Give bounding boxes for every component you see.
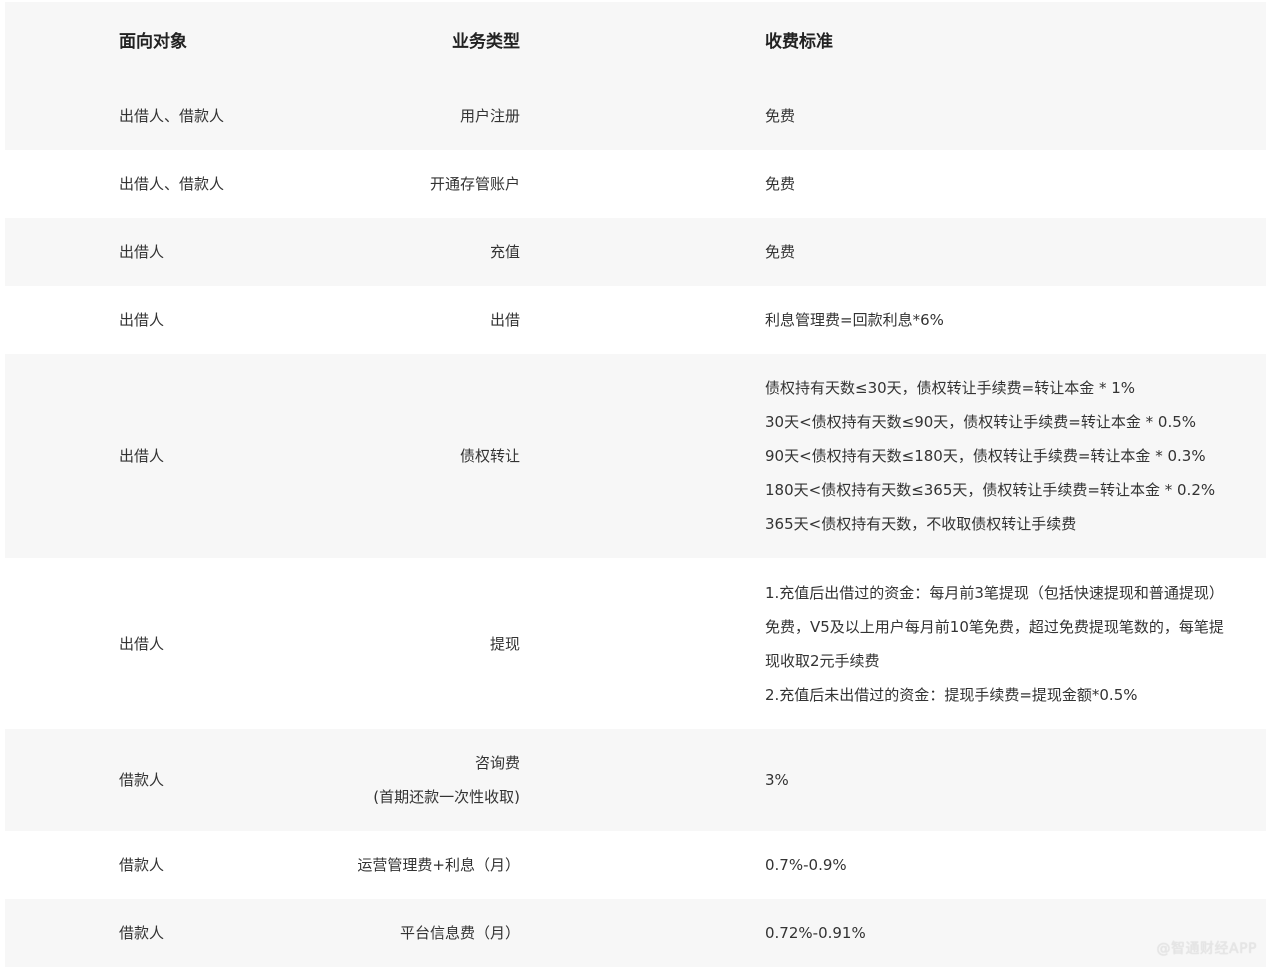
cell-fee: 1.充值后出借过的资金：每月前3笔提现（包括快速提现和普通提现） 免费，V5及以… (520, 558, 1266, 729)
table-row: 出借人 出借 利息管理费=回款利息*6% (5, 286, 1266, 354)
cell-type: 运营管理费+利息（月） (235, 831, 520, 899)
header-type: 业务类型 (235, 2, 520, 82)
cell-fee: 免费 (520, 150, 1266, 218)
cell-target: 出借人 (5, 286, 235, 354)
cell-fee: 3% (520, 729, 1266, 831)
table-row: 出借人 债权转让 债权持有天数≤30天，债权转让手续费=转让本金 * 1% 30… (5, 354, 1266, 558)
type-line: 平台信息费（月） (399, 924, 520, 942)
cell-target: 借款人 (5, 899, 235, 967)
type-line: 运营管理费+利息（月） (357, 856, 520, 874)
fee-line: 30天<债权持有天数≤90天，债权转让手续费=转让本金 * 0.5% (765, 413, 1197, 431)
type-line: 开通存管账户 (429, 175, 520, 193)
table-header: 面向对象 业务类型 收费标准 (5, 2, 1266, 82)
type-line: 出借 (489, 311, 520, 329)
type-line: 债权转让 (459, 447, 520, 465)
cell-type: 开通存管账户 (235, 150, 520, 218)
table-row: 借款人 平台信息费（月） 0.72%-0.91% (5, 899, 1266, 967)
cell-fee: 免费 (520, 218, 1266, 286)
cell-fee: 债权持有天数≤30天，债权转让手续费=转让本金 * 1% 30天<债权持有天数≤… (520, 354, 1266, 558)
fee-line: 免费 (765, 175, 796, 193)
cell-target: 出借人、借款人 (5, 150, 235, 218)
table-body: 出借人、借款人 用户注册 免费 出借人、借款人 开通存管账户 免费 出借人 充值… (5, 82, 1266, 967)
fee-line: 180天<债权持有天数≤365天，债权转让手续费=转让本金 * 0.2% (765, 481, 1216, 499)
fee-line: 2.充值后未出借过的资金：提现手续费=提现金额*0.5% (765, 685, 1138, 704)
cell-type: 平台信息费（月） (235, 899, 520, 967)
cell-target: 借款人 (5, 729, 235, 831)
cell-type: 出借 (235, 286, 520, 354)
cell-target: 出借人、借款人 (5, 82, 235, 150)
header-row: 面向对象 业务类型 收费标准 (5, 2, 1266, 82)
fee-line: 免费 (765, 107, 796, 125)
cell-target: 出借人 (5, 354, 235, 558)
cell-fee: 利息管理费=回款利息*6% (520, 286, 1266, 354)
watermark: @智通财经APP (1156, 941, 1257, 957)
type-line: 提现 (489, 634, 520, 653)
fee-table: 面向对象 业务类型 收费标准 出借人、借款人 用户注册 免费 出借人、借款人 开… (5, 2, 1266, 967)
cell-target: 出借人 (5, 218, 235, 286)
type-line: (首期还款一次性收取) (373, 788, 520, 806)
cell-type: 债权转让 (235, 354, 520, 558)
fee-line: 免费，V5及以上用户每月前10笔免费，超过免费提现笔数的，每笔提 (765, 617, 1224, 636)
fee-line: 免费 (765, 243, 796, 261)
cell-fee: 免费 (520, 82, 1266, 150)
table-row: 借款人 咨询费 (首期还款一次性收取) 3% (5, 729, 1266, 831)
fee-line: 0.7%-0.9% (765, 856, 847, 874)
fee-line: 90天<债权持有天数≤180天，债权转让手续费=转让本金 * 0.3% (765, 447, 1206, 465)
table-row: 出借人、借款人 用户注册 免费 (5, 82, 1266, 150)
table-row: 借款人 运营管理费+利息（月） 0.7%-0.9% (5, 831, 1266, 899)
fee-line: 365天<债权持有天数，不收取债权转让手续费 (765, 515, 1077, 533)
cell-fee: 0.7%-0.9% (520, 831, 1266, 899)
table-row: 出借人、借款人 开通存管账户 免费 (5, 150, 1266, 218)
fee-line: 3% (765, 771, 789, 789)
table-row: 出借人 充值 免费 (5, 218, 1266, 286)
cell-fee: 0.72%-0.91% (520, 899, 1266, 967)
cell-target: 借款人 (5, 831, 235, 899)
fee-line: 债权持有天数≤30天，债权转让手续费=转让本金 * 1% (765, 379, 1136, 397)
type-line: 用户注册 (459, 107, 520, 125)
fee-line: 现收取2元手续费 (765, 651, 880, 670)
type-line: 咨询费 (474, 754, 520, 772)
fee-line: 利息管理费=回款利息*6% (765, 311, 944, 329)
type-line: 充值 (489, 243, 520, 261)
cell-target: 出借人 (5, 558, 235, 729)
cell-type: 咨询费 (首期还款一次性收取) (235, 729, 520, 831)
table-row: 出借人 提现 1.充值后出借过的资金：每月前3笔提现（包括快速提现和普通提现） … (5, 558, 1266, 729)
cell-type: 充值 (235, 218, 520, 286)
fee-line: 1.充值后出借过的资金：每月前3笔提现（包括快速提现和普通提现） (765, 583, 1224, 602)
cell-type: 用户注册 (235, 82, 520, 150)
cell-type: 提现 (235, 558, 520, 729)
header-target: 面向对象 (5, 2, 235, 82)
header-fee: 收费标准 (520, 2, 1266, 82)
